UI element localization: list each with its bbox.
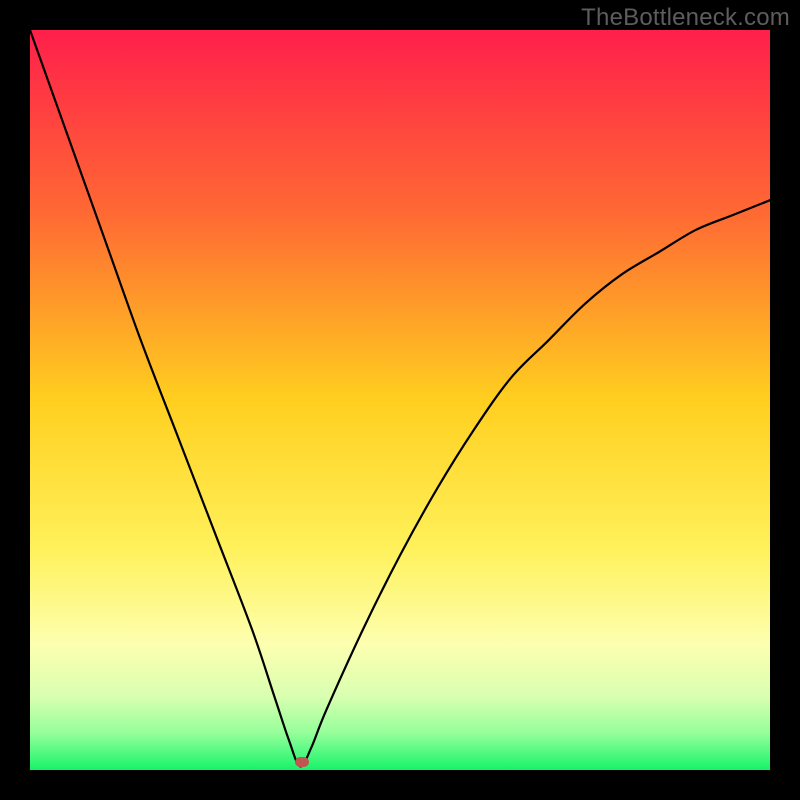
watermark-text: TheBottleneck.com — [581, 4, 790, 32]
chart-frame: TheBottleneck.com — [0, 0, 800, 800]
gradient-background — [30, 30, 770, 770]
chart-svg — [30, 30, 770, 770]
plot-area — [30, 30, 770, 770]
optimum-marker — [295, 757, 309, 767]
